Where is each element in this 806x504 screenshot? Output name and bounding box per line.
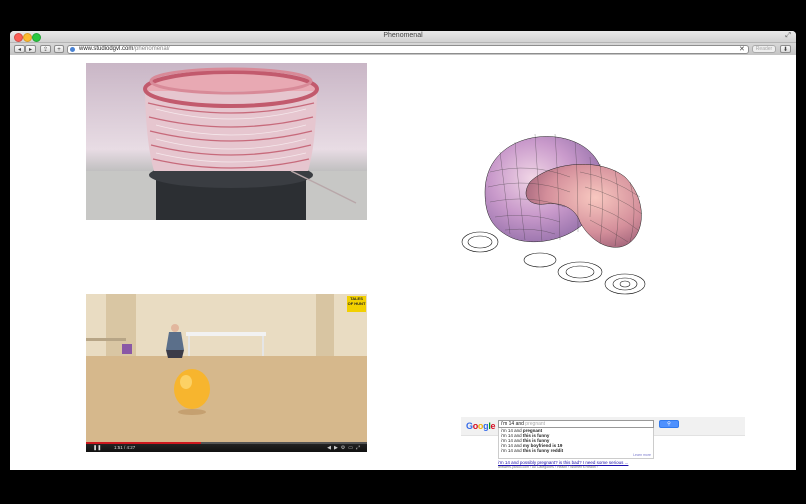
video-controls[interactable]: ❚❚ 1:51 / 4:27 ◀▶⚙▭⤢ <box>86 442 367 452</box>
page-content: TALES OF HUNT ❚❚ 1:51 / 4:27 ◀▶⚙▭⤢ Googl… <box>10 55 796 470</box>
google-logo: Google <box>466 421 496 431</box>
downloads-button[interactable]: ⬇ <box>780 45 791 53</box>
pause-icon[interactable]: ❚❚ <box>93 445 101 451</box>
google-autocomplete-panel: Google i'm 14 and pregnant ⚲ i'm 14 and … <box>461 417 745 469</box>
back-button[interactable]: ◂ <box>14 45 25 53</box>
suggestion-item[interactable]: i'm 14 and this is funny reddit <box>499 448 653 453</box>
ghost-completion: pregnant <box>523 421 546 427</box>
balloon-video-frame[interactable]: TALES OF HUNT ❚❚ 1:51 / 4:27 ◀▶⚙▭⤢ <box>86 294 367 452</box>
knitting-illustration <box>86 67 367 220</box>
search-icon: ⚲ <box>667 421 671 427</box>
stop-loading-icon[interactable]: ✕ <box>739 45 745 53</box>
knitting-spiral-photo <box>86 63 367 220</box>
video-settings-icons[interactable]: ◀▶⚙▭⤢ <box>327 445 363 451</box>
forward-button[interactable]: ▸ <box>25 45 36 53</box>
video-time: 1:51 / 4:27 <box>114 445 136 450</box>
learn-more-link[interactable]: Learn more <box>633 453 651 457</box>
back-arrow-icon: ◂ <box>17 47 21 53</box>
share-button[interactable]: ⇪ <box>40 45 51 53</box>
globe-icon <box>70 47 75 52</box>
video-scene-illustration <box>86 294 367 442</box>
plus-icon: + <box>57 47 61 53</box>
share-icon: ⇪ <box>42 47 49 53</box>
window-title: Phenomenal <box>383 32 423 39</box>
add-bookmark-button[interactable]: + <box>54 45 64 53</box>
reader-button[interactable]: Reader <box>752 45 776 53</box>
download-icon: ⬇ <box>782 47 789 53</box>
url-host: www.studiodgvl.com <box>79 46 134 52</box>
url-path: /phenomenal/ <box>133 46 170 52</box>
suggestion-dropdown: i'm 14 and pregnant i'm 14 and this is f… <box>498 428 654 459</box>
address-bar[interactable]: www.studiodgvl.com/phenomenal/ <box>67 45 749 54</box>
title-bar[interactable]: Phenomenal ⤢ <box>10 31 796 43</box>
google-search-input[interactable]: i'm 14 and pregnant <box>498 420 654 428</box>
video-progress-track[interactable] <box>86 442 367 444</box>
search-result-breadcrumb: answers.yahoo.com › All Categories › Hea… <box>498 465 598 469</box>
video-progress-fill <box>86 442 202 444</box>
wall-sign: TALES OF HUNT <box>347 296 366 312</box>
forward-arrow-icon: ▸ <box>28 47 32 53</box>
google-search-button[interactable]: ⚲ <box>659 420 679 428</box>
typed-query: i'm 14 and <box>501 421 524 427</box>
knot-surface-plot <box>461 133 646 295</box>
browser-window: Phenomenal ⤢ ◂ ▸ ⇪ + www.studiodgvl.com/… <box>10 31 796 470</box>
fullscreen-icon[interactable]: ⤢ <box>785 32 791 40</box>
